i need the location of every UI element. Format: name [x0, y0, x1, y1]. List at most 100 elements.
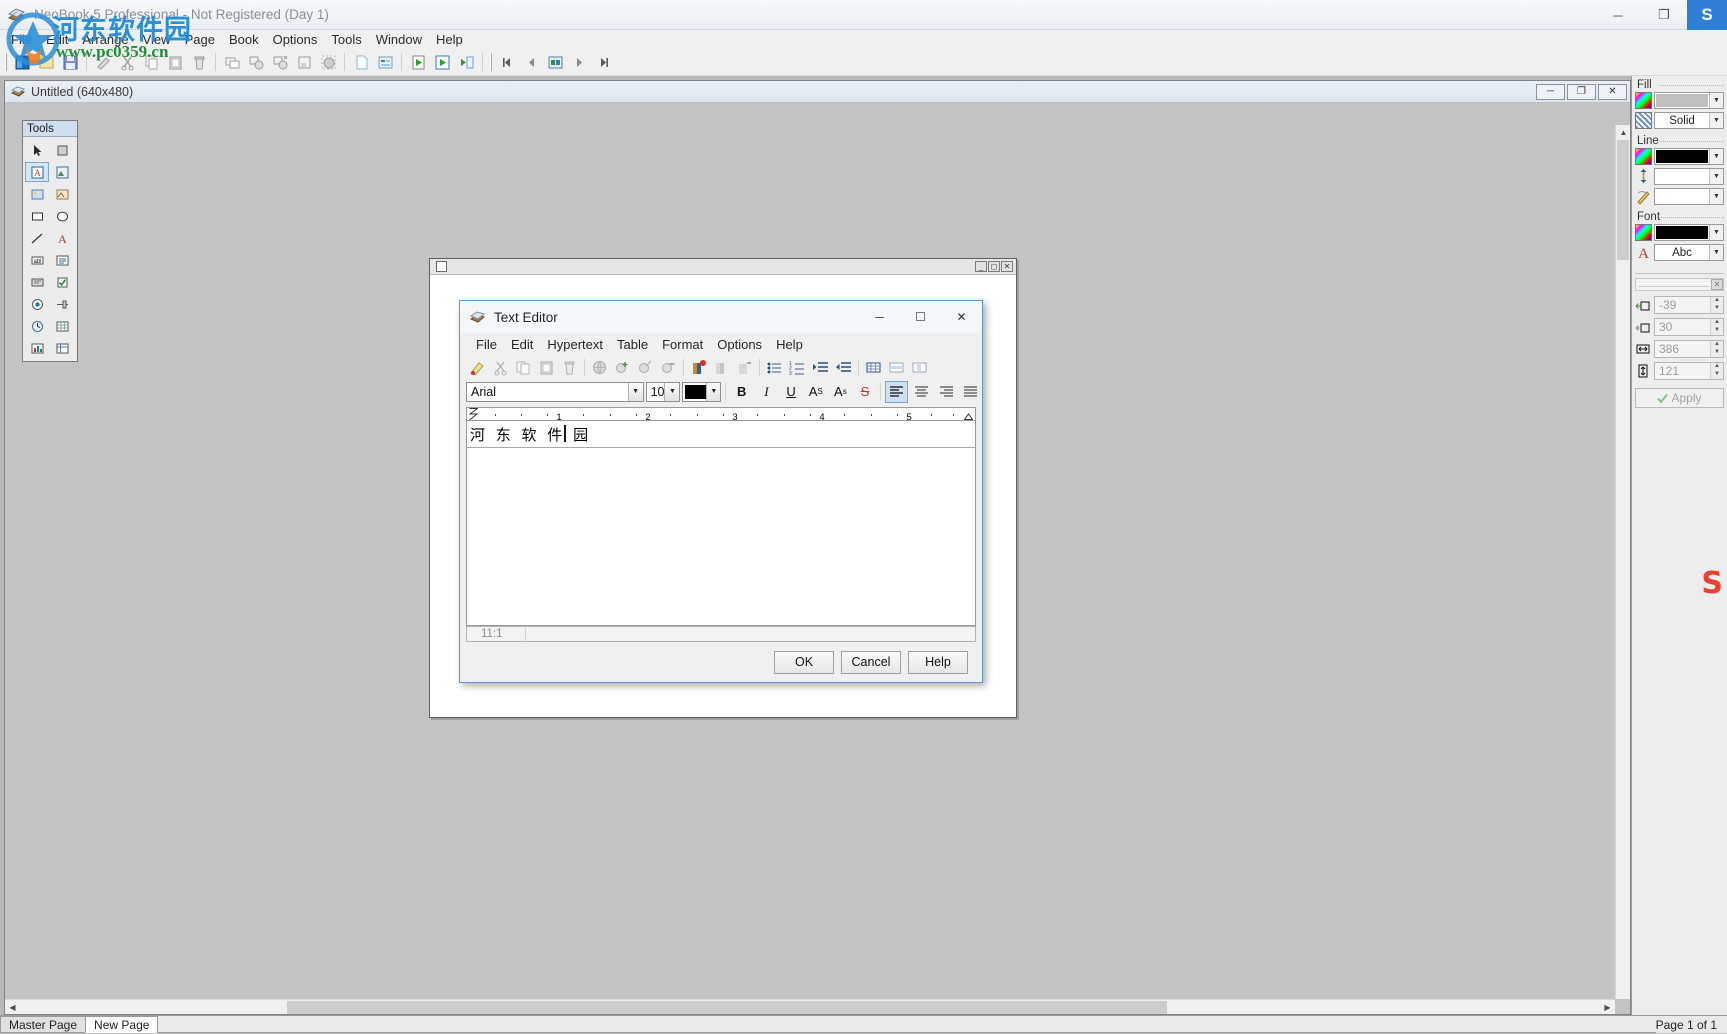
pointer-icon[interactable]	[25, 140, 49, 160]
strikethrough-button[interactable]: S	[854, 381, 877, 403]
insert-table-icon[interactable]	[862, 356, 885, 378]
open-book-icon[interactable]	[35, 51, 57, 73]
slider-icon[interactable]	[51, 294, 75, 314]
metafile-icon[interactable]	[51, 184, 75, 204]
bullet-list-icon[interactable]	[763, 356, 786, 378]
add-bookmark-icon[interactable]	[687, 356, 710, 378]
font-name-combo[interactable]: Arial ▼	[466, 381, 644, 402]
duplicate-icon[interactable]	[221, 51, 243, 73]
pattern-icon[interactable]	[1635, 112, 1652, 129]
nav-toolbar-grip[interactable]	[487, 51, 495, 73]
chevron-down-icon[interactable]: ▼	[1709, 245, 1723, 260]
chart-icon[interactable]	[25, 338, 49, 358]
document-maximize-button[interactable]: ❐	[1567, 83, 1596, 100]
list-box-icon[interactable]	[51, 250, 75, 270]
group-icon[interactable]	[245, 51, 267, 73]
te-menu-table[interactable]: Table	[610, 336, 655, 353]
chevron-down-icon[interactable]: ▼	[1709, 189, 1723, 204]
horizontal-scroll-thumb[interactable]	[287, 1000, 1167, 1014]
next-page-icon[interactable]	[568, 51, 590, 73]
minimize-button[interactable]: ─	[1595, 0, 1641, 30]
height-input[interactable]: 121 ▲ ▼	[1654, 362, 1724, 380]
app-logo-badge[interactable]: S	[1687, 0, 1727, 30]
text-editor-minimize-button[interactable]: ─	[859, 301, 900, 333]
font-face-combo[interactable]: Abc ▼	[1654, 244, 1724, 261]
page-tab-new-page[interactable]: New Page	[85, 1016, 159, 1033]
line-style-icon[interactable]	[1635, 188, 1652, 205]
numbered-list-icon[interactable]: 123	[786, 356, 809, 378]
ungroup-icon[interactable]	[269, 51, 291, 73]
remove-link-icon[interactable]	[657, 356, 680, 378]
menu-item-window[interactable]: Window	[369, 31, 429, 48]
decrease-indent-icon[interactable]	[832, 356, 855, 378]
delete-icon[interactable]	[188, 51, 210, 73]
select-rect-icon[interactable]	[51, 140, 75, 160]
radio-button-icon[interactable]	[25, 294, 49, 314]
te-menu-file[interactable]: File	[469, 336, 504, 353]
font-icon[interactable]: A	[1635, 244, 1652, 261]
fill-color-combo[interactable]: ▼	[1654, 92, 1724, 109]
timer-icon[interactable]	[25, 316, 49, 336]
toolbar-grip[interactable]	[2, 51, 10, 73]
new-page-icon[interactable]	[350, 51, 372, 73]
push-button-icon[interactable]	[25, 272, 49, 292]
paste-icon[interactable]	[535, 356, 558, 378]
position-y-stepper[interactable]: ▲ ▼	[1710, 319, 1723, 335]
highlighter-icon[interactable]	[466, 356, 489, 378]
maximize-button[interactable]: ❐	[1641, 0, 1687, 30]
document-horizontal-scrollbar[interactable]: ◀ ▶	[5, 999, 1615, 1014]
chevron-down-icon[interactable]: ▼	[1709, 149, 1723, 164]
te-menu-edit[interactable]: Edit	[504, 336, 540, 353]
underline-button[interactable]: U	[780, 381, 803, 403]
text-object-icon[interactable]: A	[25, 162, 49, 182]
chevron-down-icon[interactable]: ▼	[627, 382, 643, 401]
align-center-icon[interactable]	[910, 381, 933, 403]
page-sheet-restore[interactable]: ◻	[988, 261, 1000, 272]
font-color-combo[interactable]: ▼	[1654, 224, 1724, 241]
picture-object-icon[interactable]	[51, 162, 75, 182]
superscript-button[interactable]: AS	[804, 381, 827, 403]
page-sheet-minimize[interactable]: _	[975, 261, 987, 272]
chevron-down-icon[interactable]: ▼	[1709, 225, 1723, 240]
new-book-icon[interactable]	[11, 51, 33, 73]
compile-icon[interactable]	[455, 51, 477, 73]
menu-item-book[interactable]: Book	[222, 31, 266, 48]
run-from-start-icon[interactable]	[431, 51, 453, 73]
previous-page-icon[interactable]	[520, 51, 542, 73]
text-editor-content-area[interactable]: 河 东 软 件 园	[466, 421, 976, 626]
first-page-icon[interactable]	[496, 51, 518, 73]
scroll-up-arrow[interactable]: ▲	[1616, 125, 1630, 140]
line-color-combo[interactable]: ▼	[1654, 148, 1724, 165]
close-icon[interactable]: ✕	[1711, 279, 1723, 290]
page-properties-icon[interactable]	[374, 51, 396, 73]
font-size-combo[interactable]: 10 ▼	[645, 381, 681, 402]
te-menu-help[interactable]: Help	[769, 336, 810, 353]
cut-icon[interactable]	[489, 356, 512, 378]
color-picker-icon[interactable]	[1635, 92, 1652, 109]
align-icon[interactable]	[293, 51, 315, 73]
copy-icon[interactable]	[512, 356, 535, 378]
align-left-icon[interactable]	[885, 380, 909, 403]
edit-link-icon[interactable]	[634, 356, 657, 378]
chevron-down-icon[interactable]: ▼	[706, 382, 721, 401]
height-stepper[interactable]: ▲ ▼	[1710, 363, 1723, 379]
page-sheet-close[interactable]: ✕	[1001, 261, 1013, 272]
ellipse-icon[interactable]	[51, 206, 75, 226]
apply-button[interactable]: Apply	[1635, 388, 1724, 408]
select-all-icon[interactable]	[317, 51, 339, 73]
align-right-icon[interactable]	[935, 381, 958, 403]
insert-cell-icon[interactable]	[908, 356, 931, 378]
text-editor-maximize-button[interactable]: ☐	[900, 301, 941, 333]
te-menu-options[interactable]: Options	[710, 336, 769, 353]
page-tab-master-page[interactable]: Master Page	[0, 1016, 87, 1033]
chevron-down-icon[interactable]: ▼	[1709, 93, 1723, 108]
right-indent-marker-icon[interactable]	[964, 409, 973, 420]
menu-item-options[interactable]: Options	[266, 31, 325, 48]
edit-bookmark-icon[interactable]	[710, 356, 733, 378]
italic-button[interactable]: I	[755, 381, 778, 403]
increase-indent-icon[interactable]	[809, 356, 832, 378]
line-style-combo[interactable]: ▼	[1654, 188, 1724, 205]
te-menu-hypertext[interactable]: Hypertext	[540, 336, 610, 353]
width-input[interactable]: 386 ▲ ▼	[1654, 340, 1724, 358]
subscript-button[interactable]: As	[829, 381, 852, 403]
